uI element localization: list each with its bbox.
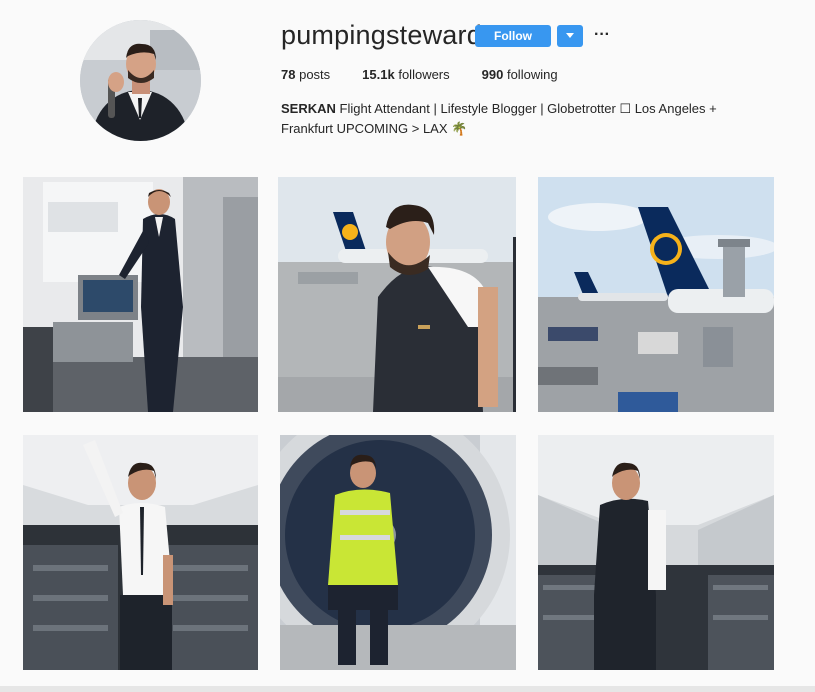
posts-label: posts [299,67,331,82]
chevron-down-icon [566,33,574,38]
post-tile[interactable] [23,435,258,670]
followers-count: 15.1k [362,67,395,82]
post-image [538,435,774,670]
page-bottom-divider [0,686,815,692]
post-tile[interactable] [538,435,774,670]
following-stat[interactable]: 990 following [482,67,558,82]
post-tile[interactable] [278,177,516,412]
palm-tree-icon: 🌴 [451,121,468,136]
profile-avatar[interactable] [80,20,201,141]
post-image [538,177,774,412]
profile-stats: 78 posts 15.1k followers 990 following [281,67,590,82]
follow-button[interactable]: Follow [475,25,551,47]
followers-stat[interactable]: 15.1k followers [362,67,449,82]
posts-stat: 78 posts [281,67,330,82]
post-image [23,435,258,670]
bio-name: SERKAN [281,101,336,116]
post-tile[interactable] [280,435,516,670]
profile-username: pumpingsteward [281,20,482,50]
posts-count: 78 [281,67,296,82]
more-options-icon[interactable]: ··· [593,24,611,46]
followers-label: followers [398,67,450,82]
post-image [278,177,516,412]
post-image [280,435,516,670]
bio-text: Flight Attendant | Lifestyle Blogger | G… [281,101,717,136]
post-tile[interactable] [23,177,258,412]
post-image [23,177,258,412]
suggestions-dropdown-button[interactable] [557,25,583,47]
following-count: 990 [481,67,504,82]
post-tile[interactable] [538,177,774,412]
following-label: following [506,67,558,82]
profile-bio: SERKAN Flight Attendant | Lifestyle Blog… [281,99,751,139]
